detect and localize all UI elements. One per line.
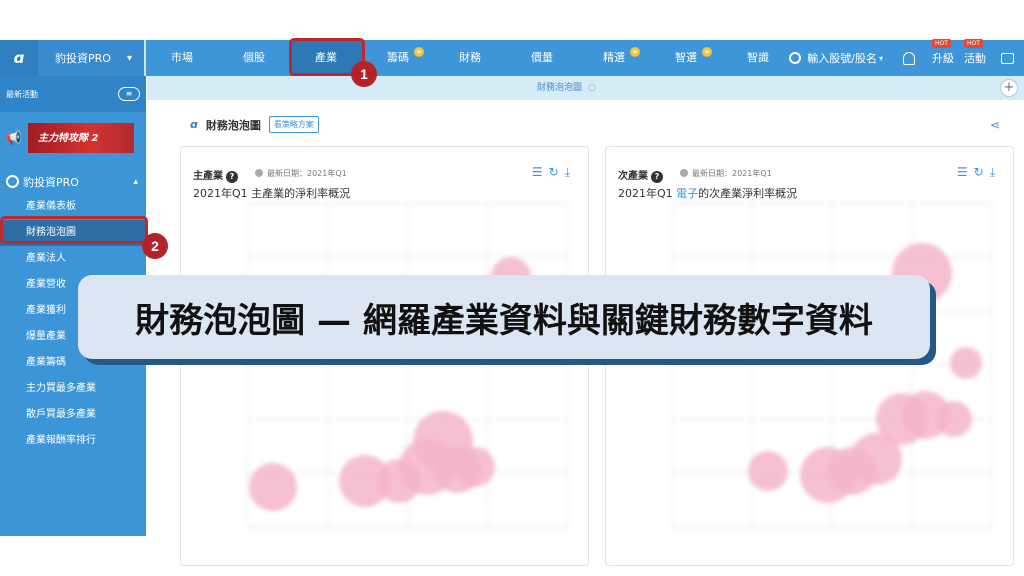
card-date: 最新日期：2021年Q1	[255, 168, 347, 179]
top-band	[0, 0, 1024, 40]
nav-item-label: 價量	[531, 51, 553, 64]
nav-item-label: 精選	[603, 51, 625, 64]
brand-selector[interactable]: 豹投資PRO ▾	[38, 40, 146, 76]
nav-items: 市場 個股 產業 籌碼 ★ 財務 價量 精選 ★ 智選 ★ 智識	[146, 40, 794, 76]
panel-toggle-icon[interactable]	[1001, 52, 1014, 64]
activity-label: 活動	[964, 52, 986, 65]
stock-search[interactable]: 輸入股號/股名 ▾	[783, 47, 889, 69]
refresh-icon[interactable]: ↻	[549, 165, 565, 179]
brand-logo-icon[interactable]: ɑ	[0, 40, 38, 76]
upgrade-button[interactable]: HOT 升級	[932, 39, 954, 66]
star-icon: ★	[414, 47, 424, 57]
tab-label: 財務泡泡圖	[537, 83, 583, 93]
nav-item-1[interactable]: 個股	[218, 40, 290, 76]
star-icon: ★	[702, 47, 712, 57]
brand-logo-icon: ɑ	[190, 118, 198, 131]
sidebar-item-9[interactable]: 產業報酬率排行	[0, 428, 146, 454]
megaphone-icon: 📢	[5, 130, 23, 146]
tab-bubble-chart[interactable]: 財務泡泡圖 ○	[537, 76, 596, 100]
chevron-down-icon: ▾	[126, 52, 132, 64]
share-icon[interactable]: ⋖	[990, 118, 1000, 132]
download-icon[interactable]: ⤓	[565, 165, 576, 179]
brand-ring-icon	[6, 175, 19, 188]
callout-badge-2: 2	[142, 233, 168, 259]
latest-activity-label: 最新活動	[6, 89, 38, 99]
callout-badge-1: 1	[351, 61, 377, 87]
add-tab-button[interactable]: +	[1000, 79, 1018, 97]
nav-item-4[interactable]: 財務	[434, 40, 506, 76]
nav-item-7[interactable]: 智選 ★	[650, 40, 722, 76]
nav-item-6[interactable]: 精選 ★	[578, 40, 650, 76]
banner-image[interactable]: 主力特攻隊 2	[28, 123, 134, 153]
list-icon[interactable]: ☰	[957, 165, 974, 179]
activity-button[interactable]: HOT 活動	[964, 39, 986, 66]
bubble-chart	[246, 202, 568, 528]
tab-bar: 財務泡泡圖 ○ +	[147, 76, 1024, 100]
bubble	[455, 447, 495, 487]
bubble-chart	[671, 202, 993, 528]
card-date: 最新日期：2021年Q1	[680, 168, 772, 179]
strategy-button[interactable]: 看策略方案	[268, 116, 319, 133]
card-title-text: 主產業	[193, 171, 223, 182]
sidebar-section-pro[interactable]: 豹投資PRO ▴	[0, 174, 146, 190]
help-icon[interactable]: ?	[651, 171, 663, 183]
star-icon: ★	[630, 47, 640, 57]
bell-icon[interactable]	[903, 51, 915, 65]
hot-badge: HOT	[964, 39, 983, 48]
card-title-text: 次產業	[618, 171, 648, 182]
nav-item-0[interactable]: 市場	[146, 40, 218, 76]
nav-right: 輸入股號/股名 ▾ HOT 升級 HOT 活動	[783, 39, 1024, 76]
page-title: 財務泡泡圖	[205, 118, 261, 132]
clock-icon	[255, 169, 263, 177]
nav-item-label: 智識	[747, 51, 769, 64]
overlay-caption: 財務泡泡圖 — 網羅產業資料與關鍵財務數字資料	[78, 275, 930, 359]
nav-item-label: 籌碼	[387, 51, 409, 64]
sidebar-item-2[interactable]: 產業法人	[0, 246, 146, 272]
page-header: ɑ 財務泡泡圖 看策略方案	[190, 116, 319, 133]
top-nav: ɑ 豹投資PRO ▾ 市場 個股 產業 籌碼 ★ 財務 價量 精選 ★ 智選 ★ 智識 輸入股號/股名…	[0, 39, 1024, 76]
search-input[interactable]: 輸入股號/股名	[807, 50, 877, 66]
chevron-down-icon: ▾	[878, 53, 883, 63]
sidebar-item-7[interactable]: 主力買最多產業	[0, 376, 146, 402]
menu-collapse-icon[interactable]: ≡	[118, 87, 140, 101]
bubble	[748, 451, 788, 491]
bubble	[950, 347, 982, 379]
refresh-icon[interactable]: ↻	[974, 165, 990, 179]
card-title: 次產業?	[618, 167, 663, 183]
close-icon[interactable]: ○	[588, 83, 596, 93]
hot-badge: HOT	[932, 39, 951, 48]
section-label: 豹投資PRO	[23, 176, 79, 189]
card-tools: ☰↻⤓	[532, 165, 576, 180]
bubble	[249, 463, 297, 511]
card-tools: ☰↻⤓	[957, 165, 1001, 180]
promo-banner[interactable]: 📢 主力特攻隊 2	[0, 118, 146, 158]
upgrade-label: 升級	[932, 52, 954, 65]
list-icon[interactable]: ☰	[532, 165, 549, 179]
sidebar-header: 最新活動 ≡	[0, 76, 146, 112]
card-title: 主產業?	[193, 167, 238, 183]
help-icon[interactable]: ?	[226, 171, 238, 183]
callout-box-bubble-chart	[0, 216, 148, 244]
nav-item-5[interactable]: 價量	[506, 40, 578, 76]
brand-label: 豹投資PRO	[55, 52, 111, 65]
search-icon	[789, 52, 802, 64]
chevron-up-icon: ▴	[133, 177, 138, 187]
sidebar-item-8[interactable]: 散戶買最多產業	[0, 402, 146, 428]
nav-item-label: 財務	[459, 51, 481, 64]
nav-item-label: 市場	[171, 51, 193, 64]
nav-item-label: 個股	[243, 51, 265, 64]
card-date-text: 最新日期：2021年Q1	[267, 169, 347, 178]
download-icon[interactable]: ⤓	[990, 165, 1001, 179]
card-date-text: 最新日期：2021年Q1	[692, 169, 772, 178]
nav-item-label: 智選	[675, 51, 697, 64]
clock-icon	[680, 169, 688, 177]
screen: ɑ 豹投資PRO ▾ 市場 個股 產業 籌碼 ★ 財務 價量 精選 ★ 智選 ★ 智識 輸入股號/股名…	[0, 0, 1024, 576]
bubble	[936, 401, 972, 437]
